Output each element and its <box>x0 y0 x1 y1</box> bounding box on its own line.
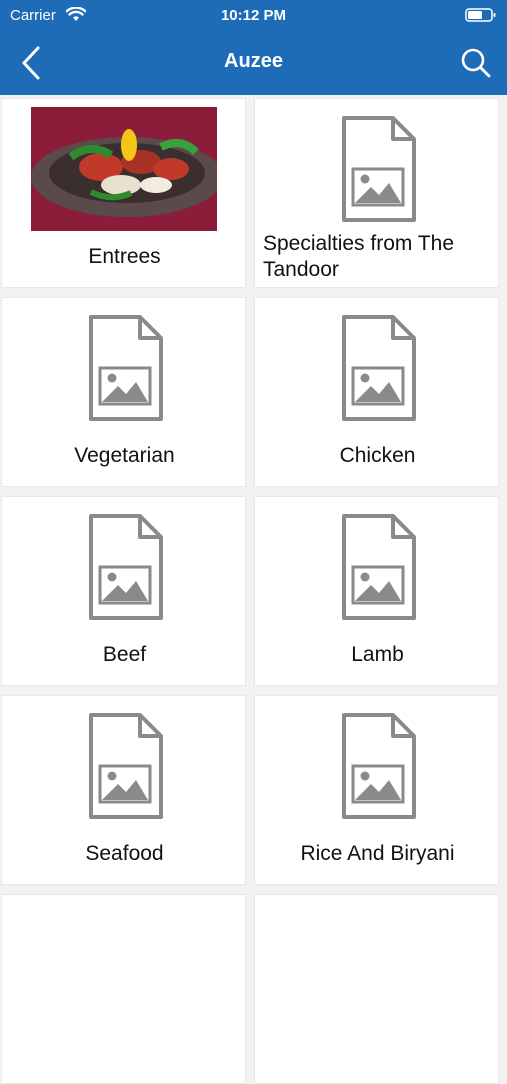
category-grid: Entrees Specialties from The Tandoor Veg… <box>0 95 507 1084</box>
category-label: Beef <box>102 643 147 666</box>
category-label: Chicken <box>339 444 416 467</box>
search-icon[interactable] <box>459 46 493 80</box>
category-tile-tandoor[interactable]: Specialties from The Tandoor <box>254 98 499 288</box>
page-title: Auzee <box>224 50 283 72</box>
image-placeholder-icon <box>342 713 416 819</box>
category-label: Rice And Biryani <box>300 842 455 865</box>
category-tile-rice-biryani[interactable]: Rice And Biryani <box>254 695 499 885</box>
category-label: Lamb <box>351 643 404 666</box>
status-time: 10:12 PM <box>220 7 287 24</box>
category-tile-seafood[interactable]: Seafood <box>1 695 246 885</box>
entrees-photo <box>31 107 217 231</box>
category-tile-vegetarian[interactable]: Vegetarian <box>1 297 246 487</box>
category-tile-partial[interactable] <box>254 894 499 1084</box>
image-placeholder-icon <box>342 315 416 421</box>
app-header: Carrier 10:12 PM Auzee <box>0 0 507 95</box>
image-placeholder-icon <box>89 514 163 620</box>
category-tile-entrees[interactable]: Entrees <box>1 98 246 288</box>
navigation-bar: Auzee <box>0 30 507 95</box>
category-tile-partial[interactable] <box>1 894 246 1084</box>
category-tile-beef[interactable]: Beef <box>1 496 246 686</box>
status-bar: Carrier 10:12 PM <box>0 0 507 30</box>
category-label: Vegetarian <box>74 444 175 467</box>
image-placeholder-icon <box>342 514 416 620</box>
image-placeholder-icon <box>342 116 416 222</box>
category-tile-chicken[interactable]: Chicken <box>254 297 499 487</box>
category-label: Entrees <box>88 245 161 268</box>
image-placeholder-icon <box>89 713 163 819</box>
category-label: Specialties from The Tandoor <box>263 232 455 281</box>
image-placeholder-icon <box>89 315 163 421</box>
battery-icon <box>465 8 496 22</box>
category-label: Seafood <box>85 842 164 865</box>
category-tile-lamb[interactable]: Lamb <box>254 496 499 686</box>
